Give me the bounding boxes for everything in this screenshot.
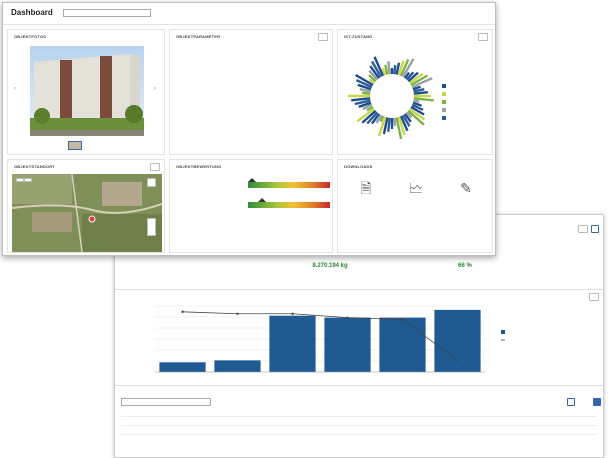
legend-swatch: [501, 330, 505, 334]
chart-point: [181, 310, 184, 314]
kpi-co2: 8.270.194 kg: [275, 263, 385, 272]
download-item[interactable]: 🗎: [346, 180, 386, 196]
building-photo: [30, 46, 144, 136]
chart-bar: [379, 317, 426, 372]
radial-segment: [413, 99, 420, 103]
chart-bar: [214, 360, 261, 372]
table-row: [121, 428, 597, 435]
kpi-share-value: 66 %: [458, 263, 472, 269]
object-select[interactable]: [63, 9, 151, 17]
secondary-window-toolbar: [578, 225, 599, 233]
param-row: [176, 66, 326, 74]
rating-scale-2: [248, 198, 330, 208]
map-panel: OBJEKTSTANDORT: [7, 159, 165, 253]
edit-icon[interactable]: [318, 33, 328, 41]
condition-title: IST-ZUSTAND: [344, 34, 373, 39]
table-button-2[interactable]: [593, 398, 601, 406]
photos-panel: OBJEKTFOTOS ‹ ›: [7, 29, 165, 155]
rating-scale-1: [248, 178, 330, 188]
table-panel: [115, 385, 603, 457]
chart-panel: [115, 289, 603, 389]
map-title: OBJEKTSTANDORT: [14, 164, 55, 169]
kpi-share: 66 %: [405, 263, 525, 272]
condition-radial-chart: [348, 56, 434, 140]
map-layer-map[interactable]: [16, 178, 24, 182]
condition-legend: [442, 84, 446, 121]
param-row: [176, 76, 326, 84]
parameters-title: OBJEKTPARAMETER: [176, 34, 221, 39]
table-select[interactable]: [121, 398, 211, 406]
kpi-row: 8.270.194 kg 66 %: [265, 263, 525, 283]
chart-point: [456, 359, 459, 362]
photos-title: OBJEKTFOTOS: [14, 34, 47, 39]
radial-segment: [393, 117, 397, 126]
satellite-map[interactable]: [12, 174, 162, 252]
condition-panel: IST-ZUSTAND: [337, 29, 493, 155]
radial-center: [372, 76, 412, 116]
chart-bar: [269, 315, 316, 372]
radial-segment: [362, 91, 371, 95]
file-edit-icon: ✎: [460, 180, 472, 196]
download-item[interactable]: ✎: [444, 180, 488, 196]
parameters-panel: OBJEKTPARAMETER: [169, 29, 333, 155]
chart-point: [401, 318, 404, 321]
chart-point: [291, 312, 294, 315]
chart-bar: [159, 362, 206, 372]
chart-point: [346, 316, 349, 319]
param-row: [176, 56, 326, 64]
radial-segment: [387, 61, 391, 75]
map-layer-satellite[interactable]: [24, 178, 32, 182]
zoom-control[interactable]: [147, 218, 156, 236]
chart-bar: [324, 317, 371, 372]
photo-prev-button[interactable]: ‹: [14, 86, 16, 92]
chart-bar: [434, 309, 481, 372]
table-row: [121, 419, 597, 426]
radial-segment: [413, 91, 428, 95]
file-chart-icon: 🗠: [408, 180, 424, 196]
param-row: [176, 46, 326, 54]
map-layer-toggle: [16, 178, 32, 182]
photo-next-button[interactable]: ›: [154, 86, 156, 92]
layout-icon[interactable]: [578, 225, 588, 233]
secondary-top-button[interactable]: [591, 225, 599, 233]
page-title: Dashboard: [11, 8, 53, 17]
downloads-panel: DOWNLOADS 🗎 🗠 ✎: [337, 159, 493, 253]
kpi-co2-value: 8.270.194 kg: [312, 263, 348, 269]
radial-segment: [387, 117, 391, 132]
dashboard-window: Dashboard OBJEKTFOTOS ‹ › OBJEKTPARAMETE…: [2, 2, 496, 256]
downloads-title: DOWNLOADS: [344, 164, 373, 169]
map-menu-icon[interactable]: [150, 163, 160, 171]
param-row: [176, 96, 326, 104]
table-header-row: [121, 410, 597, 417]
fullscreen-icon[interactable]: [147, 178, 156, 187]
rating-panel: OBJEKTBEWERTUNG: [169, 159, 333, 253]
dashboard-header: Dashboard: [3, 3, 495, 25]
radial-segment: [393, 65, 397, 75]
expand-icon[interactable]: [478, 33, 488, 41]
table-button-1[interactable]: [567, 398, 575, 406]
radial-segment: [351, 97, 371, 102]
download-item[interactable]: 🗠: [394, 180, 438, 196]
chart-point: [236, 312, 239, 315]
document-icon: 🗎: [360, 180, 372, 196]
photo-thumbnail[interactable]: [68, 141, 82, 150]
param-row: [176, 86, 326, 94]
rating-title: OBJEKTBEWERTUNG: [176, 164, 222, 169]
co2-chart: [155, 305, 505, 373]
